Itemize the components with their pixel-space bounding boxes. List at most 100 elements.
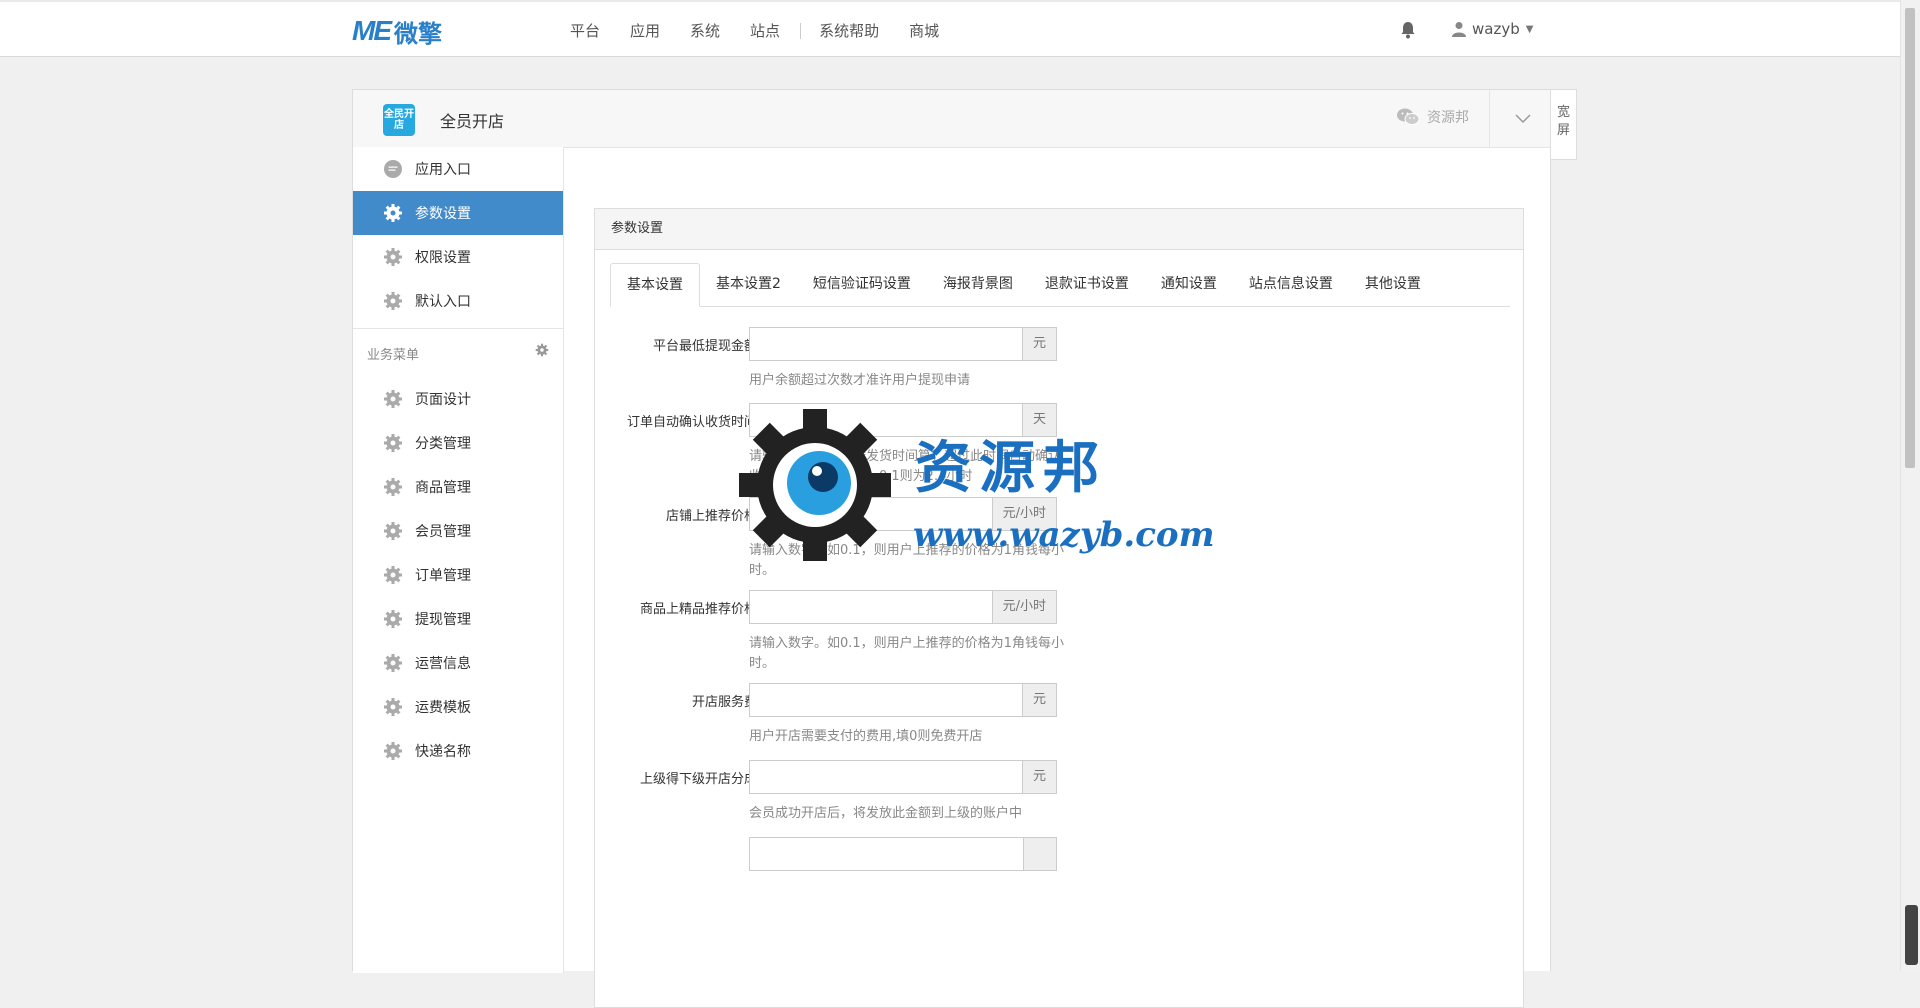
parent-commission-input[interactable] (749, 760, 1022, 794)
shop-fee-input[interactable] (749, 683, 1022, 717)
field-help: 用户余额超过次数才准许用户提现申请 (749, 373, 971, 388)
nav-item-apps[interactable]: 应用 (630, 20, 660, 41)
field-label: 店铺上推荐价格 (665, 509, 757, 524)
auto-confirm-input[interactable] (749, 403, 1022, 437)
wechat-icon (1397, 108, 1419, 125)
gear-icon (384, 248, 402, 266)
sidebar-item-business-4[interactable]: 订单管理 (353, 553, 563, 597)
main-nav: 平台 应用 系统 站点 系统帮助 商城 (570, 2, 969, 59)
unit-addon: 元 (1021, 327, 1057, 361)
sidebar-item-label: 商品管理 (415, 480, 471, 496)
header-divider (1489, 90, 1490, 147)
gear-icon (384, 478, 402, 496)
unit-addon: 元/小时 (991, 590, 1057, 624)
nav-item-help[interactable]: 系统帮助 (819, 20, 879, 41)
sidebar-item-business-5[interactable]: 提现管理 (353, 597, 563, 641)
field-label: 上级得下级开店分成 (639, 772, 757, 787)
top-navbar: ME 微擎 平台 应用 系统 站点 系统帮助 商城 wazyb ▼ (0, 0, 1901, 57)
field-label: 订单自动确认收货时间 (626, 415, 757, 430)
chevron-down-icon[interactable] (1513, 108, 1533, 128)
scrollbar-thumb[interactable] (1905, 8, 1915, 468)
caret-down-icon: ▼ (1525, 23, 1534, 35)
tab-notifications[interactable]: 通知设置 (1145, 263, 1233, 306)
goods-recommend-price-input[interactable] (749, 590, 992, 624)
sidebar-group-header: 业务菜单 (353, 328, 563, 377)
settings-panel: 参数设置 基本设置 基本设置2 短信验证码设置 海报背景图 退款证书设置 通知设… (594, 208, 1524, 1008)
field-label: 开店服务费 (691, 695, 757, 710)
logo-text: 微擎 (394, 19, 442, 48)
gear-icon (384, 698, 402, 716)
sidebar-item-label: 权限设置 (415, 250, 471, 266)
gear-icon (384, 390, 402, 408)
gear-icon (384, 566, 402, 584)
sidebar-item-business-7[interactable]: 运费模板 (353, 685, 563, 729)
field-label: 平台最低提现金额 (652, 339, 757, 354)
sidebar-group-title: 业务菜单 (367, 347, 420, 363)
field-help: 请输入数字。如0.1，则用户上推荐的价格为1角钱每小时。 (749, 543, 1064, 578)
field-help: 请输入数字。如0.1，则用户上推荐的价格为1角钱每小时。 (749, 636, 1064, 671)
tab-refund-cert[interactable]: 退款证书设置 (1029, 263, 1145, 306)
sidebar-item-label: 快递名称 (415, 744, 471, 760)
sidebar-item-business-0[interactable]: 页面设计 (353, 377, 563, 421)
sidebar-item-label: 默认入口 (415, 294, 471, 310)
nav-item-system[interactable]: 系统 (690, 20, 720, 41)
account-name: 资源邦 (1427, 110, 1469, 126)
gear-icon (384, 742, 402, 760)
next-field-input[interactable] (749, 837, 1023, 871)
username: wazyb (1472, 20, 1520, 38)
settings-tabs: 基本设置 基本设置2 短信验证码设置 海报背景图 退款证书设置 通知设置 站点信… (610, 263, 1510, 307)
widescreen-toggle[interactable]: 宽屏 (1551, 89, 1577, 160)
app-header: 全民开店 全员开店 资源邦 (353, 90, 1550, 148)
gear-icon[interactable] (535, 343, 549, 357)
unit-addon (1023, 837, 1057, 871)
gear-icon (384, 434, 402, 452)
floating-widget[interactable] (1905, 905, 1918, 965)
unit-addon: 天 (1021, 403, 1057, 437)
sidebar-item-business-3[interactable]: 会员管理 (353, 509, 563, 553)
logo-mark: ME (352, 15, 392, 46)
tab-basic-2[interactable]: 基本设置2 (700, 263, 797, 306)
gear-icon (384, 204, 402, 222)
sidebar-item-business-2[interactable]: 商品管理 (353, 465, 563, 509)
page-scrollbar[interactable] (1900, 0, 1920, 971)
sidebar-item-business-1[interactable]: 分类管理 (353, 421, 563, 465)
tab-other[interactable]: 其他设置 (1349, 263, 1437, 306)
field-help: 用户开店需要支付的费用,填0则免费开店 (749, 729, 983, 744)
gear-icon (384, 610, 402, 628)
sidebar-item-params[interactable]: 参数设置 (353, 191, 563, 235)
sidebar-item-label: 提现管理 (415, 612, 471, 628)
sidebar-item-label: 运费模板 (415, 700, 471, 716)
sidebar-item-label: 运营信息 (415, 656, 471, 672)
sidebar-item-label: 分类管理 (415, 436, 471, 452)
chat-icon (384, 160, 402, 178)
sidebar-item-label: 参数设置 (415, 206, 471, 222)
nav-item-store[interactable]: 商城 (909, 20, 939, 41)
gear-icon (384, 292, 402, 310)
sidebar: 应用入口 参数设置 权限设置 默认入口 业务菜单 页面设计 分类管理 商品管理 … (353, 147, 564, 973)
field-help: 会员成功开店后，将发放此金额到上级的账户中 (749, 806, 1023, 821)
sidebar-item-default-entry[interactable]: 默认入口 (353, 279, 563, 323)
account-switcher[interactable]: 资源邦 (1397, 107, 1469, 127)
gear-icon (384, 654, 402, 672)
nav-item-sites[interactable]: 站点 (750, 20, 780, 41)
sidebar-item-business-8[interactable]: 快递名称 (353, 729, 563, 773)
shop-recommend-price-input[interactable] (749, 497, 992, 531)
tab-site-info[interactable]: 站点信息设置 (1233, 263, 1349, 306)
bell-icon[interactable] (1400, 21, 1416, 39)
sidebar-item-label: 应用入口 (415, 162, 471, 178)
sidebar-item-app-entry[interactable]: 应用入口 (353, 147, 563, 191)
sidebar-item-permissions[interactable]: 权限设置 (353, 235, 563, 279)
app-name: 全员开店 (440, 112, 505, 131)
sidebar-item-label: 页面设计 (415, 392, 471, 408)
tab-poster[interactable]: 海报背景图 (927, 263, 1029, 306)
user-menu[interactable]: wazyb ▼ (1452, 20, 1533, 38)
logo[interactable]: ME 微擎 (352, 15, 442, 48)
tab-sms[interactable]: 短信验证码设置 (797, 263, 927, 306)
tab-basic[interactable]: 基本设置 (610, 263, 700, 307)
unit-addon: 元 (1021, 683, 1057, 717)
sidebar-item-business-6[interactable]: 运营信息 (353, 641, 563, 685)
panel-title: 参数设置 (595, 209, 1523, 250)
min-withdraw-input[interactable] (749, 327, 1022, 361)
nav-item-platform[interactable]: 平台 (570, 20, 600, 41)
gear-icon (384, 522, 402, 540)
